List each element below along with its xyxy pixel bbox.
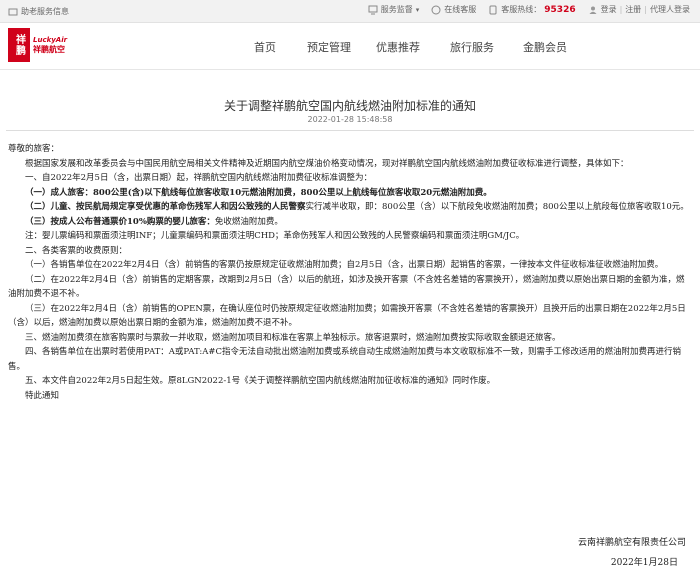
paragraph: 注：婴儿票编码和票面须注明INF；儿童票编码和票面须注明CHD；革命伤残军人和因… — [25, 231, 525, 241]
paragraph: （三）在2022年2月4日（含）前销售的OPEN票，在确认座位时仍按原规定征收燃… — [8, 303, 686, 329]
signature: 云南祥鹏航空有限责任公司 — [577, 538, 686, 548]
account-links: 登录 | 注册 | 代理人登录 — [588, 4, 690, 15]
paragraph: （一）各销售单位在2022年2月4日（含）前销售的客票仍按原规定征收燃油附加费；… — [25, 260, 664, 270]
headset-icon — [431, 5, 441, 14]
paragraph-rest: 实行减半收取，即：800公里（含）以下航段免收燃油附加费；800公里以上航段每位… — [305, 202, 689, 212]
chevron-down-icon: ▾ — [415, 5, 420, 14]
paragraph: 根据国家发展和改革委员会与中国民用航空局相关文件精神及近期国内航空煤油价格变动情… — [25, 158, 629, 169]
paragraph: 三、燃油附加费须在旅客购票时与票款一并收取，燃油附加项目和标准在客票上单独标示。… — [25, 332, 561, 343]
service-monitor-label: 服务监督 — [380, 5, 413, 14]
paragraph: 四、各销售单位在出票时若使用PAT：A或PAT:A#C指令无法自动批出燃油附加费… — [8, 347, 682, 372]
user-icon — [589, 6, 597, 14]
accessibility-icon — [8, 8, 18, 15]
login-link[interactable]: 登录 — [601, 4, 617, 15]
hotline-number: 95326 — [544, 4, 576, 15]
paragraph: （三）按成人公布普通票价10%购票的婴儿旅客：免收燃油附加费。 — [8, 215, 692, 230]
nav-promotions[interactable]: 优惠推荐 — [376, 39, 420, 55]
paragraph: （二）儿童、按民航局规定享受优惠的革命伤残军人和因公致残的人民警察实行减半收取，… — [8, 200, 692, 215]
register-link[interactable]: 注册 — [625, 4, 641, 15]
monitor-icon — [368, 5, 378, 14]
nav-membership[interactable]: 金鹏会员 — [523, 39, 567, 55]
paragraph-rest: 免收燃油附加费。 — [214, 216, 283, 227]
paragraph-bold: （三）按成人公布普通票价10%购票的婴儿旅客： — [25, 216, 215, 227]
accessibility-label: 助老服务信息 — [21, 7, 69, 16]
nav-home[interactable]: 首页 — [254, 39, 276, 55]
online-service-link[interactable]: 在线客服 — [431, 4, 476, 15]
nav-booking-management[interactable]: 预定管理 — [307, 39, 351, 55]
phone-icon — [489, 5, 497, 14]
online-service-label: 在线客服 — [444, 5, 477, 14]
paragraph: （一）成人旅客：800公里(含)以下航线每位旅客收取10元燃油附加费，800公里… — [25, 187, 492, 198]
paragraph: 一、自2022年2月5日（含，出票日期）起，祥鹏航空国内航线燃油附加费征收标准调… — [25, 173, 372, 183]
paragraph: 二、各类客票的收费原则： — [25, 245, 128, 256]
hotline-label: 客服热线： — [501, 5, 542, 14]
separator: | — [644, 5, 647, 14]
paragraph: 五、本文件自2022年2月5日起生效。原8LGN2022-1号《关于调整祥鹏航空… — [25, 376, 496, 386]
top-utility-bar: 助老服务信息 服务监督 ▾ 在线客服 客服热线： 95326 登录 | 注册 |… — [0, 0, 700, 23]
divider — [6, 130, 694, 131]
paragraph-bold: （二）儿童、按民航局规定享受优惠的革命伤残军人和因公致残的人民警察 — [25, 202, 306, 212]
closing: 特此通知 — [25, 390, 60, 401]
greeting: 尊敬的旅客： — [8, 144, 60, 154]
signature-date: 2022年1月28日 — [610, 558, 678, 568]
agent-login-link[interactable]: 代理人登录 — [650, 4, 690, 15]
service-monitor-link[interactable]: 服务监督 ▾ — [368, 4, 420, 15]
article-date: 2022-01-28 15:48:58 — [307, 115, 393, 124]
separator: | — [619, 5, 623, 14]
main-nav: 首页 预定管理 优惠推荐 旅行服务 金鹏会员 — [0, 23, 700, 69]
article-title: 关于调整祥鹏航空国内航线燃油附加标准的通知 — [223, 99, 476, 113]
accessibility-link[interactable]: 助老服务信息 — [8, 6, 69, 17]
article-body: 尊敬的旅客： 根据国家发展和改革委员会与中国民用航空局相关文件精神及近期国内航空… — [8, 142, 692, 403]
hotline: 客服热线： 95326 — [488, 4, 576, 15]
nav-travel-services[interactable]: 旅行服务 — [450, 39, 494, 55]
main-header: 祥鹏 LuckyAir 祥鹏航空 首页 预定管理 优惠推荐 旅行服务 金鹏会员 — [0, 23, 700, 70]
paragraph: （二）在2022年2月4日（含）前销售的定期客票，改期到2月5日（含）以后的航班… — [8, 274, 685, 300]
